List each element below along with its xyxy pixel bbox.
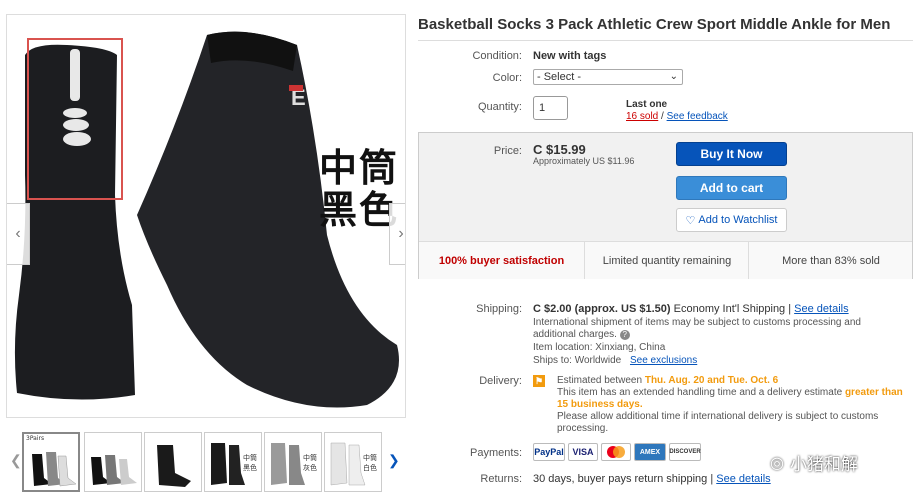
thumbnail-5[interactable]: 中筒 灰色: [264, 432, 322, 492]
mastercard-circles-icon: [607, 446, 625, 458]
price-highlights: 100% buyer satisfaction Limited quantity…: [419, 241, 912, 279]
help-icon[interactable]: ?: [619, 330, 630, 340]
listing-title: Basketball Socks 3 Pack Athletic Crew Sp…: [418, 16, 891, 33]
thumbnail-1[interactable]: 3Pairs: [22, 432, 80, 492]
gallery-prev-button[interactable]: ‹: [7, 203, 30, 265]
shipping-see-details-link[interactable]: See details: [794, 303, 848, 315]
watermark: ◎ 小猪和解: [770, 450, 858, 475]
gallery-next-button[interactable]: ›: [389, 203, 405, 265]
watchlist-label: Add to Watchlist: [698, 214, 778, 226]
thumbnail-socks-image: [91, 455, 137, 485]
delivery-estimate: Estimated between Thu. Aug. 20 and Tue. …: [557, 375, 909, 435]
shipping-cost-line: C $2.00 (approx. US $1.50) Economy Int'l…: [533, 303, 849, 315]
mastercard-icon: [601, 443, 631, 461]
estimate-dates: Thu. Aug. 20 and Tue. Oct. 6: [644, 375, 779, 386]
separator-slash: /: [661, 111, 664, 122]
discover-icon: DISCOVER: [669, 443, 701, 461]
thumbnail-4[interactable]: 中筒 黑色: [204, 432, 262, 492]
chevron-left-icon: ‹: [15, 225, 21, 242]
shipping-label: Shipping:: [476, 303, 522, 315]
visa-icon: VISA: [568, 443, 598, 461]
overlay-line-2: 黑色: [319, 188, 400, 232]
add-to-watchlist-button[interactable]: ♡ Add to Watchlist: [676, 208, 787, 232]
main-image[interactable]: E 中筒 黑色 ‹ ›: [6, 14, 406, 418]
ships-to: Ships to: Worldwide: [533, 355, 622, 366]
customs-delay-note: Please allow additional time if internat…: [557, 411, 879, 434]
customs-note: International shipment of items may be s…: [533, 317, 903, 341]
color-select[interactable]: - Select - ⌄: [533, 69, 683, 85]
thumbnail-strip: ❮ 3Pairs 中筒 黑色 中筒 灰色 中筒 白色 ❯: [6, 432, 404, 494]
condition-label: Condition:: [472, 50, 522, 62]
feedback-link[interactable]: See feedback: [667, 111, 728, 122]
sold-percentage: More than 83% sold: [748, 242, 913, 279]
color-label: Color:: [492, 72, 522, 84]
estimate-prefix: Estimated between: [557, 375, 643, 386]
thumbnail-label: 中筒 黑色: [243, 454, 257, 472]
returns-see-details-link[interactable]: See details: [716, 473, 770, 485]
thumbnail-socks-image: [32, 452, 77, 487]
highlight-box: [27, 38, 123, 200]
price-label: Price:: [493, 145, 522, 157]
thumbnail-socks-image: [157, 445, 191, 487]
gallery-overlay-text: 中筒 黑色: [319, 147, 399, 231]
chevron-down-icon: ⌄: [669, 71, 678, 82]
wechat-icon: ◎: [770, 453, 784, 472]
overlay-line-1: 中筒: [319, 146, 400, 190]
thumbnail-label: 3Pairs: [26, 435, 45, 442]
paypal-icon: PayPal: [533, 443, 565, 461]
title-divider: [418, 40, 913, 41]
thumb-next-icon[interactable]: ❯: [388, 452, 400, 469]
returns-text: 30 days, buyer pays return shipping |: [533, 473, 714, 485]
flag-icon: ⚑: [533, 375, 545, 387]
amex-icon: AMEX: [634, 443, 666, 461]
last-one-text: Last one: [626, 99, 668, 110]
thumbnail-3[interactable]: [144, 432, 202, 492]
price-value: C $15.99: [533, 142, 586, 157]
customs-note-text: International shipment of items may be s…: [533, 317, 861, 340]
see-exclusions-link[interactable]: See exclusions: [630, 355, 697, 366]
add-to-cart-button[interactable]: Add to cart: [676, 176, 787, 200]
delivery-label: Delivery:: [479, 375, 522, 387]
buyer-satisfaction: 100% buyer satisfaction: [438, 254, 565, 267]
sold-feedback: 16 sold / See feedback: [626, 111, 728, 122]
handling-note: This item has an extended handling time …: [557, 387, 843, 398]
returns-policy: 30 days, buyer pays return shipping | Se…: [533, 473, 771, 485]
buy-it-now-button[interactable]: Buy It Now: [676, 142, 787, 166]
payments-label: Payments:: [470, 447, 522, 459]
thumb-prev-icon[interactable]: ❮: [10, 452, 22, 469]
shipping-method: Economy Int'l Shipping |: [673, 303, 792, 315]
color-select-value: - Select -: [537, 71, 582, 83]
quantity-input[interactable]: 1: [533, 96, 568, 120]
price-approx: Approximately US $11.96: [533, 156, 635, 166]
chevron-right-icon: ›: [398, 225, 404, 242]
thumbnail-label: 中筒 灰色: [303, 454, 317, 472]
shipping-cost: C $2.00 (approx. US $1.50): [533, 303, 671, 315]
limited-quantity: Limited quantity remaining: [584, 242, 749, 279]
thumbnail-6[interactable]: 中筒 白色: [324, 432, 382, 492]
sold-link[interactable]: 16 sold: [626, 111, 658, 122]
watermark-text: 小猪和解: [789, 455, 858, 475]
heart-icon: ♡: [685, 214, 696, 227]
condition-value: New with tags: [533, 50, 607, 62]
returns-label: Returns:: [480, 473, 522, 485]
listing-page: E 中筒 黑色 ‹ › ❮ 3Pairs 中筒 黑色 中筒 灰色 中筒 白色 ❯…: [0, 0, 919, 503]
thumbnail-label: 中筒 白色: [363, 454, 377, 472]
quantity-label: Quantity:: [477, 101, 522, 113]
thumbnail-2[interactable]: [84, 432, 142, 492]
item-location: Item location: Xinxiang, China: [533, 342, 666, 353]
ships-to-line: Ships to: Worldwide See exclusions: [533, 355, 697, 367]
